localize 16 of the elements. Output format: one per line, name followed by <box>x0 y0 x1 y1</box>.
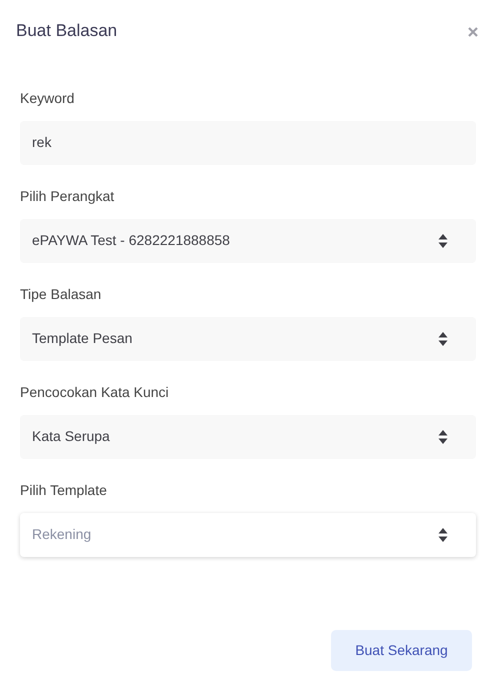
field-label: Keyword <box>20 88 76 108</box>
sort-caret-icon <box>438 526 448 542</box>
select-field[interactable]: Template Pesan <box>20 316 476 360</box>
sort-caret-icon <box>438 330 448 346</box>
submit-button[interactable]: Buat Sekarang <box>331 630 472 670</box>
field-label: Pilih Template <box>20 480 108 500</box>
close-icon[interactable] <box>468 27 478 37</box>
input-field[interactable]: rek <box>20 120 476 164</box>
sort-caret-icon <box>438 232 448 248</box>
field-label: Pencocokan Kata Kunci <box>20 382 170 402</box>
select-field[interactable]: ePAYWA Test - 6282221888858 <box>20 218 476 262</box>
select-field[interactable]: Kata Serupa <box>20 414 476 458</box>
field-label: Pilih Perangkat <box>20 186 116 206</box>
field-label: Tipe Balasan <box>20 284 102 304</box>
sort-caret-icon <box>438 428 448 444</box>
dialog-title: Buat Balasan <box>16 20 118 42</box>
